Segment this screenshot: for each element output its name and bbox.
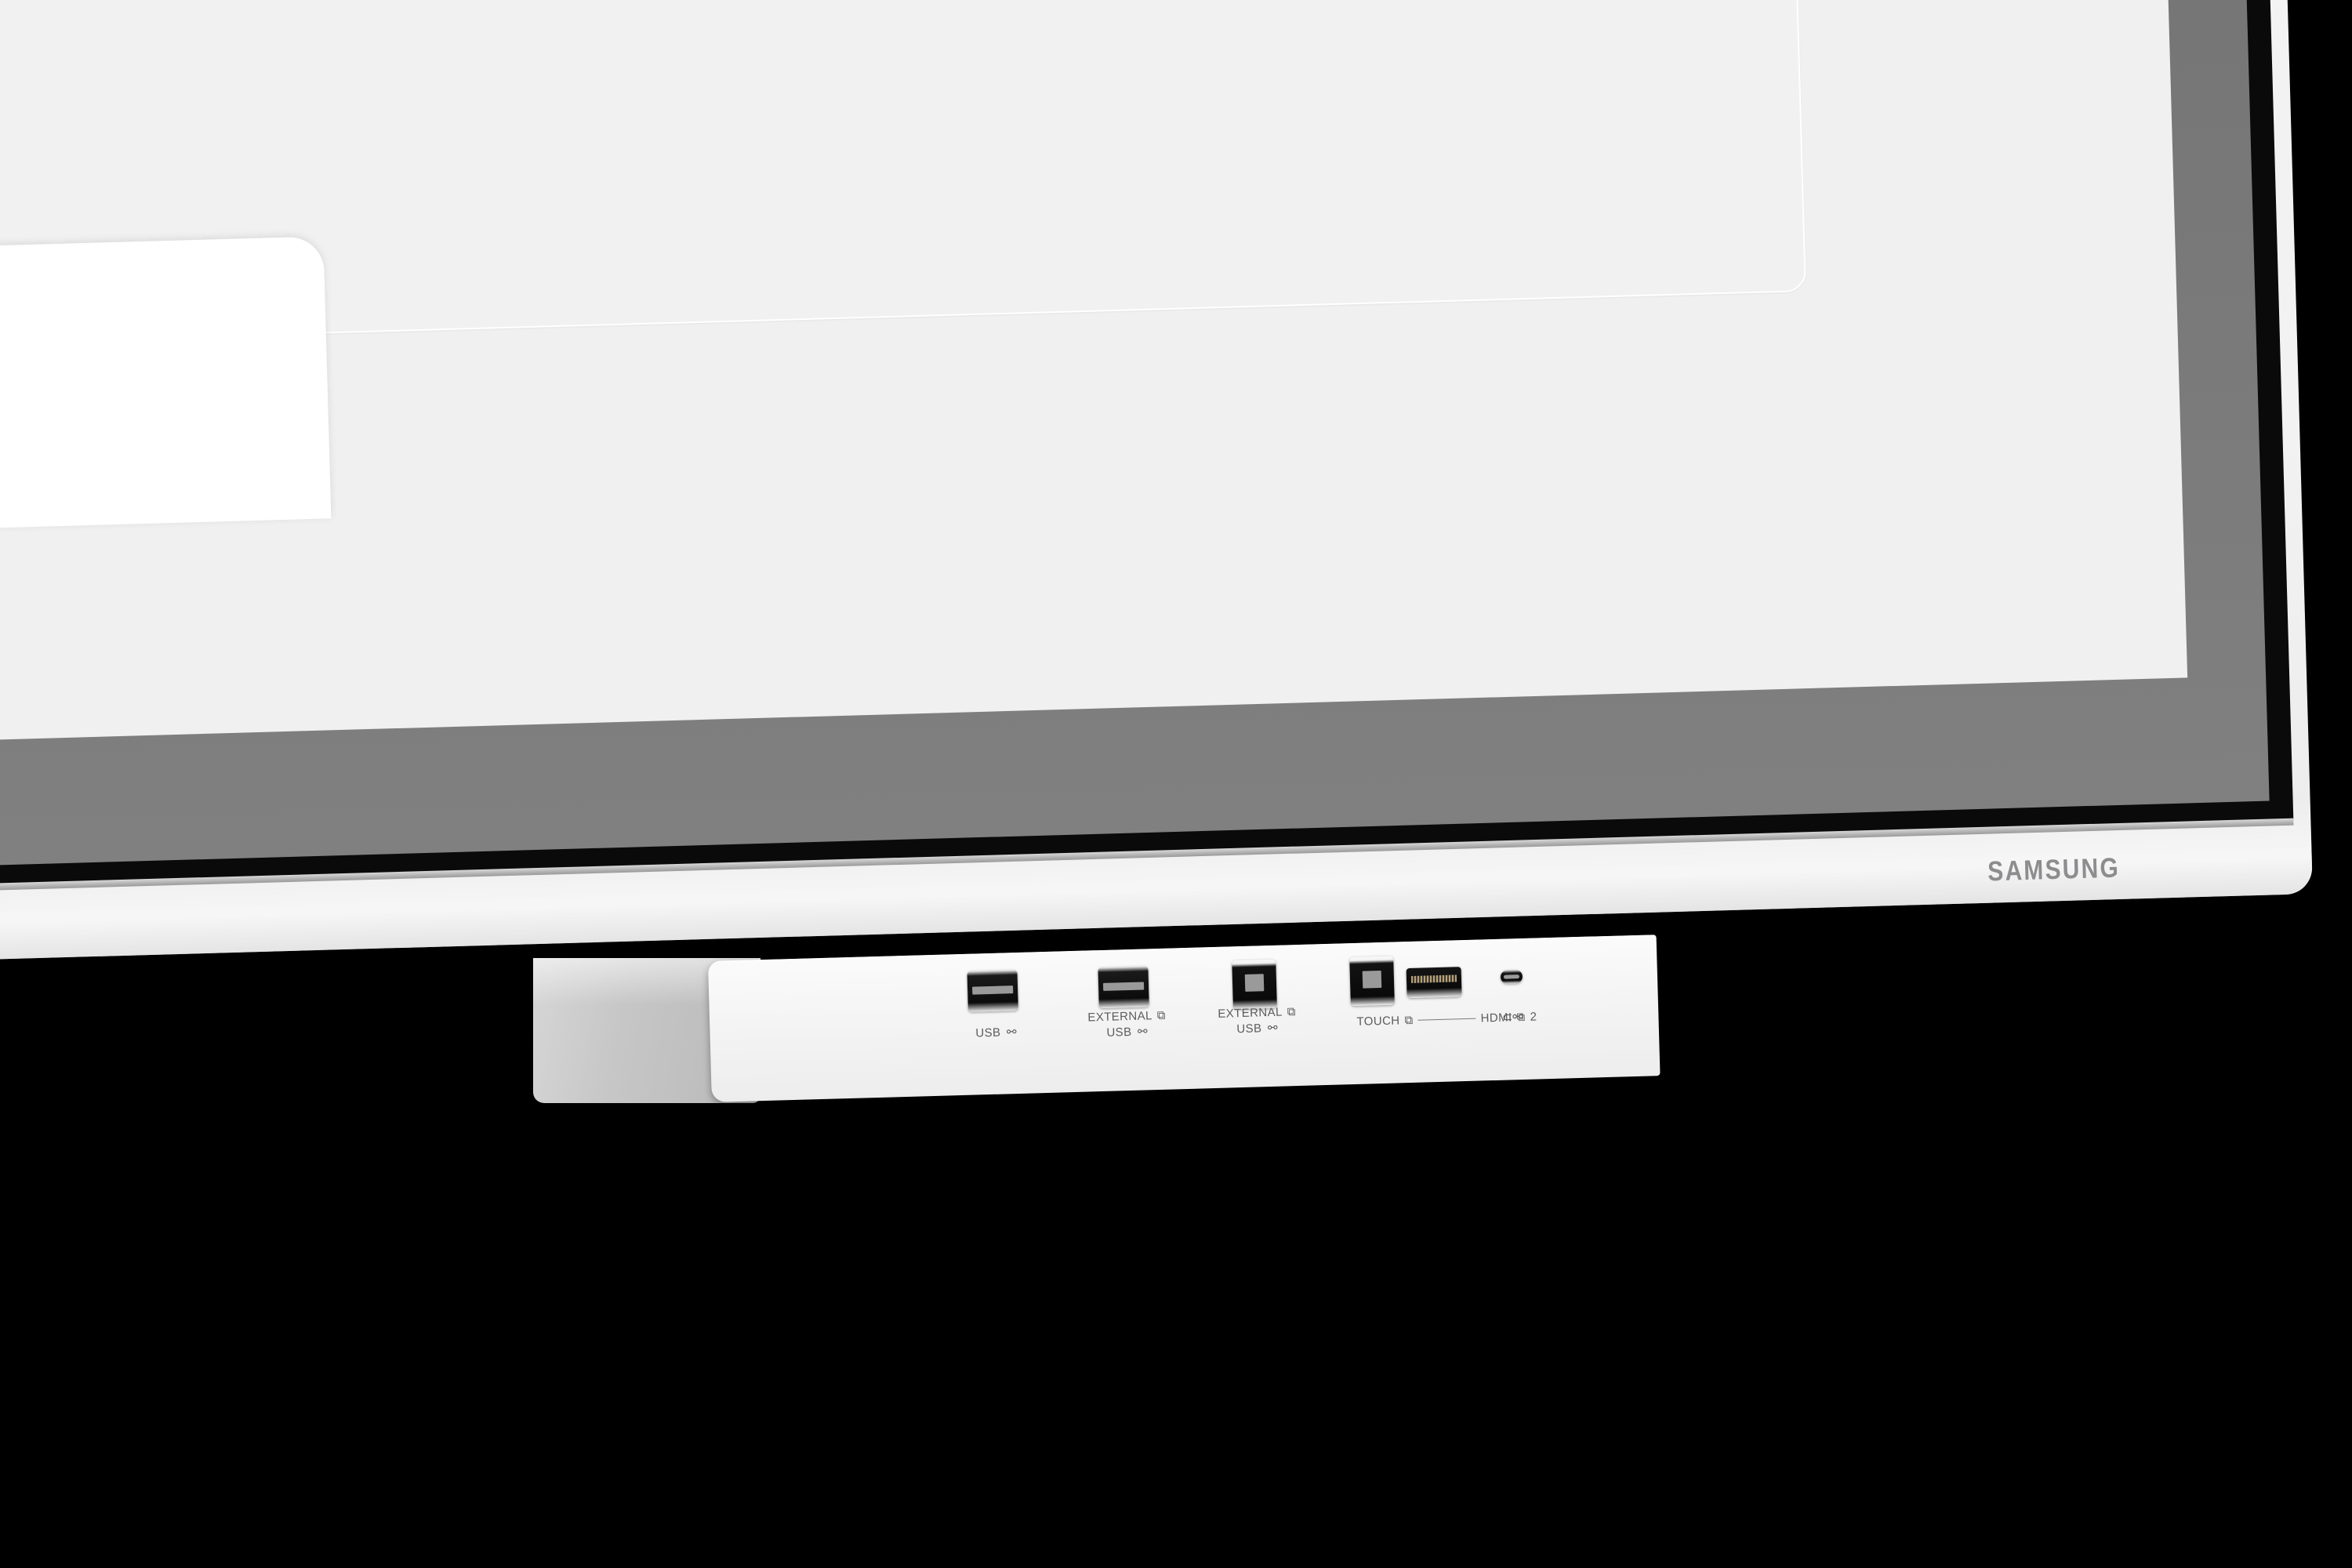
toolbar-item-menu[interactable]: Menu: [0, 244, 61, 532]
samsung-wordmark: SAMSUNG: [1987, 852, 2121, 887]
display-out-icon: ⧉: [1404, 1013, 1414, 1028]
port-label-usb-a-1: USB ⚯: [975, 1025, 1018, 1040]
port-label-usb-a-2: EXTERNAL ⧉ USB ⚯: [1087, 1008, 1167, 1040]
port-touch[interactable]: [1349, 956, 1395, 1007]
port-label-usb-c: ⊂⚯: [1481, 1008, 1544, 1025]
toolbar-items: On: [0, 244, 61, 549]
screenshot-root: On: [0, 0, 2352, 1568]
ports-bar: USB ⚯ EXTERNAL ⧉ USB ⚯ EXTERNAL ⧉ USB ⚯: [708, 935, 1661, 1102]
port-usb-a-2[interactable]: [1098, 966, 1149, 1009]
usb-icon: ⚯: [1137, 1025, 1149, 1039]
panel-frame: On: [0, 0, 2270, 876]
port-hdmi-2[interactable]: [1406, 967, 1462, 999]
label-connector-line: [1417, 1018, 1476, 1021]
usb-icon: ⚯: [1267, 1021, 1279, 1036]
port-usb-c[interactable]: [1500, 970, 1523, 984]
samsung-interactive-display: On: [0, 0, 2313, 971]
usb-c-icon: ⊂⚯: [1501, 1010, 1524, 1025]
display-out-icon: ⧉: [1156, 1008, 1167, 1023]
port-usb-b-1[interactable]: [1232, 959, 1277, 1010]
usb-icon: ⚯: [1006, 1025, 1018, 1040]
port-usb-a-1[interactable]: [967, 969, 1018, 1012]
display-out-icon: ⧉: [1287, 1005, 1297, 1019]
display-screen: On: [0, 0, 2188, 750]
floating-toolbar[interactable]: On: [0, 236, 332, 550]
port-label-usb-b-1: EXTERNAL ⧉ USB ⚯: [1218, 1005, 1297, 1036]
